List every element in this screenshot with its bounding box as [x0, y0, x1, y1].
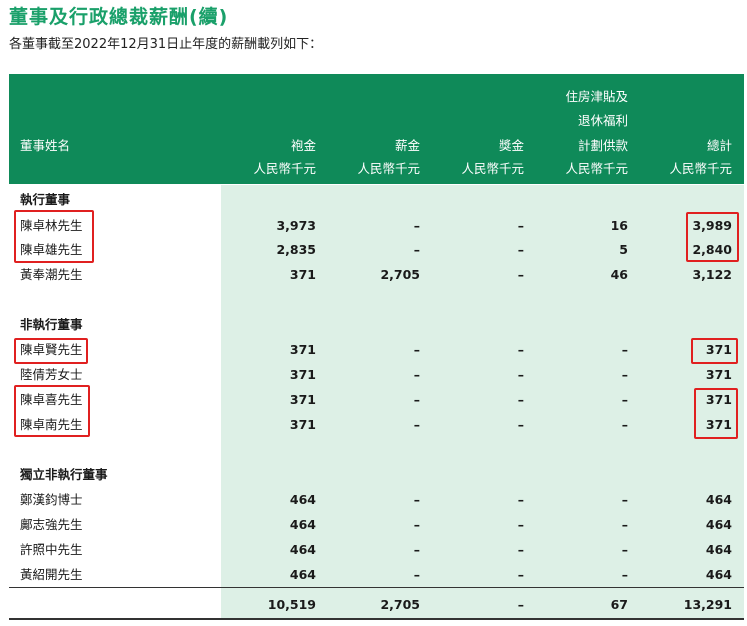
row-total: 464 — [705, 492, 732, 507]
header-bonus-unit: 人民幣千元 — [461, 161, 524, 176]
row-pension: – — [621, 492, 628, 507]
row-total: 464 — [705, 517, 732, 532]
row-pension: 5 — [619, 242, 628, 257]
row-name: 陸倩芳女士 — [20, 367, 83, 382]
header-total-unit: 人民幣千元 — [669, 161, 732, 176]
highlight-box-names-non-executive — [14, 385, 90, 437]
row-bonus: – — [517, 267, 524, 282]
highlight-box-totals-non-executive — [694, 388, 738, 439]
row-fee: 371 — [289, 367, 316, 382]
row-name: 許照中先生 — [20, 542, 83, 557]
header-salary: 薪金 — [394, 138, 420, 153]
section-label-executive: 執行董事 — [20, 192, 71, 207]
row-bonus: – — [517, 242, 524, 257]
row-salary: – — [413, 417, 420, 432]
row-total: 464 — [705, 542, 732, 557]
header-salary-unit: 人民幣千元 — [357, 161, 420, 176]
row-salary: – — [413, 492, 420, 507]
row-salary: 2,705 — [380, 267, 420, 282]
row-pension: – — [621, 392, 628, 407]
row-pension: – — [621, 342, 628, 357]
row-fee: 371 — [289, 267, 316, 282]
totals-top-rule — [9, 587, 744, 588]
row-bonus: – — [517, 567, 524, 582]
highlight-box-name-chen-zhuoxian — [14, 338, 88, 364]
header-name: 董事姓名 — [20, 138, 71, 153]
row-total: 371 — [705, 367, 732, 382]
row-bonus: – — [517, 542, 524, 557]
row-name: 鄺志強先生 — [20, 517, 83, 532]
row-fee: 464 — [289, 567, 316, 582]
row-fee: 2,835 — [276, 242, 316, 257]
row-pension: – — [621, 567, 628, 582]
row-pension: 16 — [610, 218, 628, 233]
row-pension: – — [621, 542, 628, 557]
total-bonus: – — [517, 597, 524, 612]
section-label-non-executive: 非執行董事 — [20, 317, 83, 332]
row-bonus: – — [517, 517, 524, 532]
row-pension: – — [621, 517, 628, 532]
row-name: 黃紹開先生 — [20, 567, 83, 582]
total-total: 13,291 — [683, 597, 732, 612]
totals-bottom-rule — [9, 618, 744, 620]
header-pension-line3: 計劃供款 — [577, 138, 628, 153]
row-bonus: – — [517, 367, 524, 382]
total-fee: 10,519 — [267, 597, 316, 612]
header-total: 總計 — [706, 138, 732, 153]
row-salary: – — [413, 218, 420, 233]
highlight-box-total-chen-zhuoxian — [691, 338, 738, 364]
header-pension-line1: 住房津貼及 — [565, 89, 628, 104]
row-total: 464 — [705, 567, 732, 582]
header-fee: 袍金 — [290, 138, 316, 153]
row-salary: – — [413, 392, 420, 407]
row-fee: 371 — [289, 417, 316, 432]
page-title: 董事及行政總裁薪酬(續) — [9, 6, 229, 28]
row-salary: – — [413, 567, 420, 582]
header-pension-unit: 人民幣千元 — [565, 161, 628, 176]
header-bonus: 獎金 — [498, 138, 524, 153]
total-pension: 67 — [610, 597, 628, 612]
row-salary: – — [413, 367, 420, 382]
total-salary: 2,705 — [380, 597, 420, 612]
row-salary: – — [413, 542, 420, 557]
header-pension-line2: 退休福利 — [577, 113, 628, 128]
row-bonus: – — [517, 492, 524, 507]
row-pension: – — [621, 417, 628, 432]
header-fee-unit: 人民幣千元 — [253, 161, 316, 176]
row-bonus: – — [517, 218, 524, 233]
section-label-independent: 獨立非執行董事 — [20, 467, 108, 482]
row-total: 3,122 — [692, 267, 732, 282]
row-fee: 371 — [289, 392, 316, 407]
row-bonus: – — [517, 342, 524, 357]
row-fee: 464 — [289, 542, 316, 557]
page-subtitle: 各董事截至2022年12月31日止年度的薪酬載列如下： — [9, 37, 323, 52]
row-name: 黃奉潮先生 — [20, 267, 83, 282]
row-fee: 371 — [289, 342, 316, 357]
row-pension: 46 — [610, 267, 628, 282]
row-name: 鄭漢鈞博士 — [20, 492, 83, 507]
highlight-box-names-executive — [14, 210, 94, 263]
row-salary: – — [413, 342, 420, 357]
highlight-box-totals-executive — [686, 212, 739, 262]
row-fee: 3,973 — [276, 218, 316, 233]
row-bonus: – — [517, 417, 524, 432]
row-salary: – — [413, 242, 420, 257]
row-bonus: – — [517, 392, 524, 407]
row-fee: 464 — [289, 517, 316, 532]
row-salary: – — [413, 517, 420, 532]
row-fee: 464 — [289, 492, 316, 507]
row-pension: – — [621, 367, 628, 382]
